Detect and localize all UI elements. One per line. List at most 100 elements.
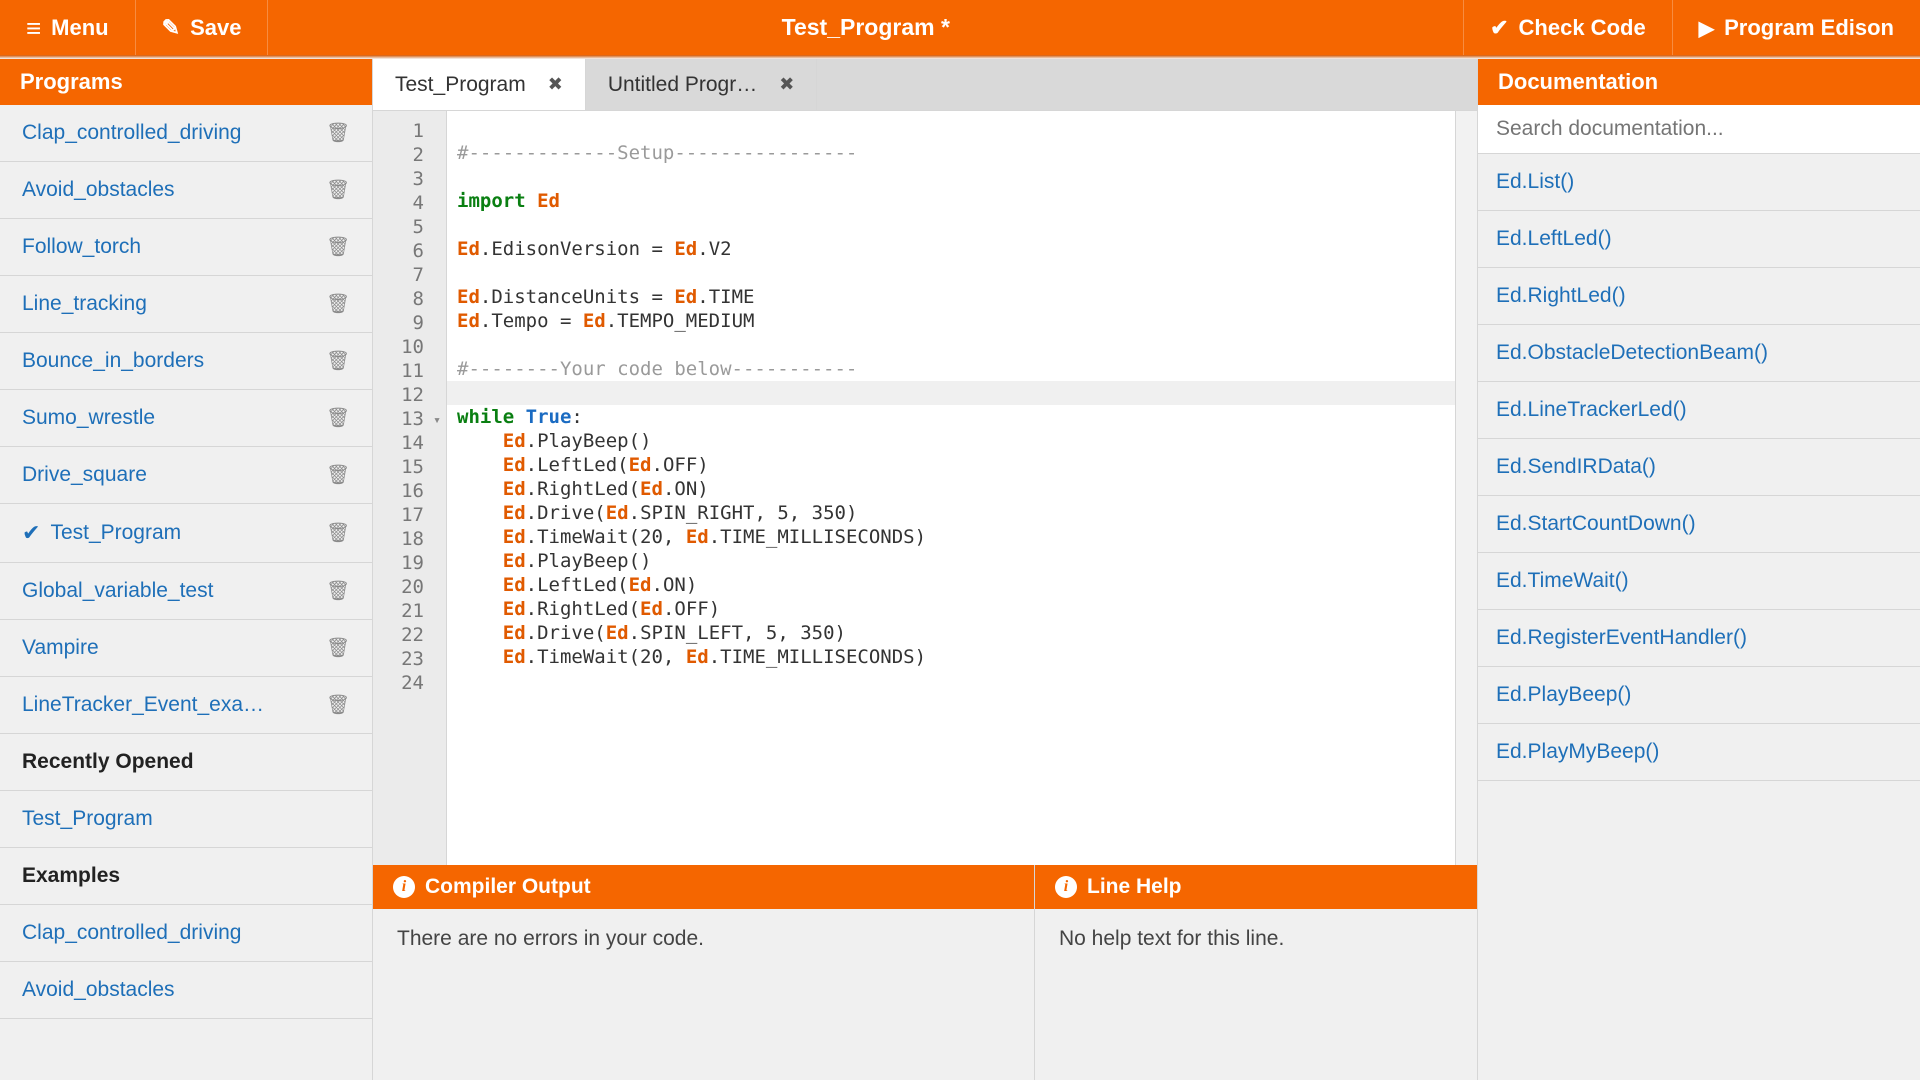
trash-icon[interactable] bbox=[312, 521, 350, 545]
code-line[interactable] bbox=[457, 261, 1445, 285]
line-number[interactable]: 18 bbox=[373, 525, 446, 549]
sidebar-item-example[interactable]: Avoid_obstacles bbox=[0, 962, 372, 1019]
code-line[interactable]: Ed.TimeWait(20, Ed.TIME_MILLISECONDS) bbox=[457, 525, 1445, 549]
line-number[interactable]: 21 bbox=[373, 597, 446, 621]
code-line[interactable]: Ed.Drive(Ed.SPIN_RIGHT, 5, 350) bbox=[457, 501, 1445, 525]
code-line[interactable]: Ed.RightLed(Ed.ON) bbox=[457, 477, 1445, 501]
sidebar-item-program[interactable]: Vampire bbox=[0, 620, 372, 677]
save-button[interactable]: Save bbox=[136, 0, 269, 55]
sidebar-item-program[interactable]: Bounce_in_borders bbox=[0, 333, 372, 390]
trash-icon[interactable] bbox=[312, 579, 350, 603]
sidebar-item-program[interactable]: Clap_controlled_driving bbox=[0, 105, 372, 162]
trash-icon[interactable] bbox=[312, 406, 350, 430]
line-number[interactable]: 20 bbox=[373, 573, 446, 597]
doc-item[interactable]: Ed.SendIRData() bbox=[1478, 439, 1920, 496]
editor-tab[interactable]: Test_Program bbox=[373, 59, 586, 110]
code-line[interactable] bbox=[447, 381, 1455, 405]
code-line[interactable]: Ed.PlayBeep() bbox=[457, 549, 1445, 573]
line-number[interactable]: 15 bbox=[373, 453, 446, 477]
code-line[interactable]: import Ed bbox=[457, 189, 1445, 213]
line-number[interactable]: 9 bbox=[373, 309, 446, 333]
code-line[interactable]: #-------------Setup---------------- bbox=[457, 141, 1445, 165]
line-number[interactable]: 4 bbox=[373, 189, 446, 213]
programs-list[interactable]: Clap_controlled_drivingAvoid_obstaclesFo… bbox=[0, 105, 372, 1080]
line-number[interactable]: 1 bbox=[373, 117, 446, 141]
line-number[interactable]: 22 bbox=[373, 621, 446, 645]
line-number[interactable]: 8 bbox=[373, 285, 446, 309]
doc-item[interactable]: Ed.PlayMyBeep() bbox=[1478, 724, 1920, 781]
sidebar-item-program[interactable]: Drive_square bbox=[0, 447, 372, 504]
doc-list[interactable]: Ed.List()Ed.LeftLed()Ed.RightLed()Ed.Obs… bbox=[1478, 154, 1920, 1080]
code-line[interactable]: Ed.Drive(Ed.SPIN_LEFT, 5, 350) bbox=[457, 621, 1445, 645]
sidebar-item-program[interactable]: LineTracker_Event_exa… bbox=[0, 677, 372, 734]
line-number[interactable]: 19 bbox=[373, 549, 446, 573]
sidebar-item-recent[interactable]: Test_Program bbox=[0, 791, 372, 848]
code-line[interactable] bbox=[457, 213, 1445, 237]
doc-item[interactable]: Ed.ObstacleDetectionBeam() bbox=[1478, 325, 1920, 382]
line-number[interactable]: 10 bbox=[373, 333, 446, 357]
doc-item[interactable]: Ed.LineTrackerLed() bbox=[1478, 382, 1920, 439]
code-line[interactable]: Ed.PlayBeep() bbox=[457, 429, 1445, 453]
doc-item[interactable]: Ed.RightLed() bbox=[1478, 268, 1920, 325]
code-line[interactable]: Ed.TimeWait(20, Ed.TIME_MILLISECONDS) bbox=[457, 645, 1445, 669]
code-line[interactable] bbox=[457, 165, 1445, 189]
sidebar-item-program[interactable]: Line_tracking bbox=[0, 276, 372, 333]
code-line[interactable] bbox=[457, 333, 1445, 357]
editor-content[interactable]: #-------------Setup---------------- impo… bbox=[447, 111, 1455, 865]
line-number[interactable]: 6 bbox=[373, 237, 446, 261]
check-code-button[interactable]: Check Code bbox=[1463, 0, 1672, 55]
doc-item[interactable]: Ed.RegisterEventHandler() bbox=[1478, 610, 1920, 667]
line-number[interactable]: 24 bbox=[373, 669, 446, 693]
trash-icon[interactable] bbox=[312, 235, 350, 259]
doc-search-input[interactable] bbox=[1478, 105, 1920, 153]
sidebar-item-program[interactable]: Avoid_obstacles bbox=[0, 162, 372, 219]
program-edison-button[interactable]: Program Edison bbox=[1672, 0, 1920, 55]
trash-icon[interactable] bbox=[312, 463, 350, 487]
code-line[interactable] bbox=[457, 117, 1445, 141]
trash-icon[interactable] bbox=[312, 178, 350, 202]
line-number[interactable]: 14 bbox=[373, 429, 446, 453]
code-line[interactable] bbox=[457, 669, 1445, 693]
sidebar-item-program[interactable]: Sumo_wrestle bbox=[0, 390, 372, 447]
code-line[interactable]: Ed.DistanceUnits = Ed.TIME bbox=[457, 285, 1445, 309]
program-name: Avoid_obstacles bbox=[22, 178, 312, 202]
trash-icon[interactable] bbox=[312, 349, 350, 373]
sidebar-item-program[interactable]: Follow_torch bbox=[0, 219, 372, 276]
editor-scrollbar[interactable] bbox=[1455, 111, 1477, 865]
doc-item[interactable]: Ed.StartCountDown() bbox=[1478, 496, 1920, 553]
sidebar-item-program[interactable]: Test_Program bbox=[0, 504, 372, 563]
line-number[interactable]: 12 bbox=[373, 381, 446, 405]
doc-item[interactable]: Ed.List() bbox=[1478, 154, 1920, 211]
trash-icon[interactable] bbox=[312, 693, 350, 717]
line-number[interactable]: 13 bbox=[373, 405, 446, 429]
line-number[interactable]: 11 bbox=[373, 357, 446, 381]
editor-tab[interactable]: Untitled Progr… bbox=[586, 59, 817, 110]
code-line[interactable]: Ed.Tempo = Ed.TEMPO_MEDIUM bbox=[457, 309, 1445, 333]
line-number[interactable]: 2 bbox=[373, 141, 446, 165]
line-number[interactable]: 17 bbox=[373, 501, 446, 525]
line-number[interactable]: 7 bbox=[373, 261, 446, 285]
line-number[interactable]: 5 bbox=[373, 213, 446, 237]
trash-icon[interactable] bbox=[312, 636, 350, 660]
line-number[interactable]: 23 bbox=[373, 645, 446, 669]
sidebar-item-program[interactable]: Global_variable_test bbox=[0, 563, 372, 620]
doc-item[interactable]: Ed.PlayBeep() bbox=[1478, 667, 1920, 724]
sidebar-item-example[interactable]: Clap_controlled_driving bbox=[0, 905, 372, 962]
doc-item[interactable]: Ed.LeftLed() bbox=[1478, 211, 1920, 268]
play-icon bbox=[1699, 17, 1714, 39]
doc-item[interactable]: Ed.TimeWait() bbox=[1478, 553, 1920, 610]
trash-icon[interactable] bbox=[312, 121, 350, 145]
close-icon[interactable] bbox=[779, 74, 794, 95]
code-line[interactable]: #--------Your code below----------- bbox=[457, 357, 1445, 381]
trash-icon[interactable] bbox=[312, 292, 350, 316]
code-line[interactable]: Ed.RightLed(Ed.OFF) bbox=[457, 597, 1445, 621]
code-line[interactable]: Ed.EdisonVersion = Ed.V2 bbox=[457, 237, 1445, 261]
code-line[interactable]: Ed.LeftLed(Ed.OFF) bbox=[457, 453, 1445, 477]
code-editor[interactable]: 123456789101112131415161718192021222324 … bbox=[373, 111, 1477, 865]
code-line[interactable]: while True: bbox=[457, 405, 1445, 429]
code-line[interactable]: Ed.LeftLed(Ed.ON) bbox=[457, 573, 1445, 597]
menu-button[interactable]: Menu bbox=[0, 0, 136, 55]
close-icon[interactable] bbox=[548, 74, 563, 95]
line-number[interactable]: 3 bbox=[373, 165, 446, 189]
line-number[interactable]: 16 bbox=[373, 477, 446, 501]
